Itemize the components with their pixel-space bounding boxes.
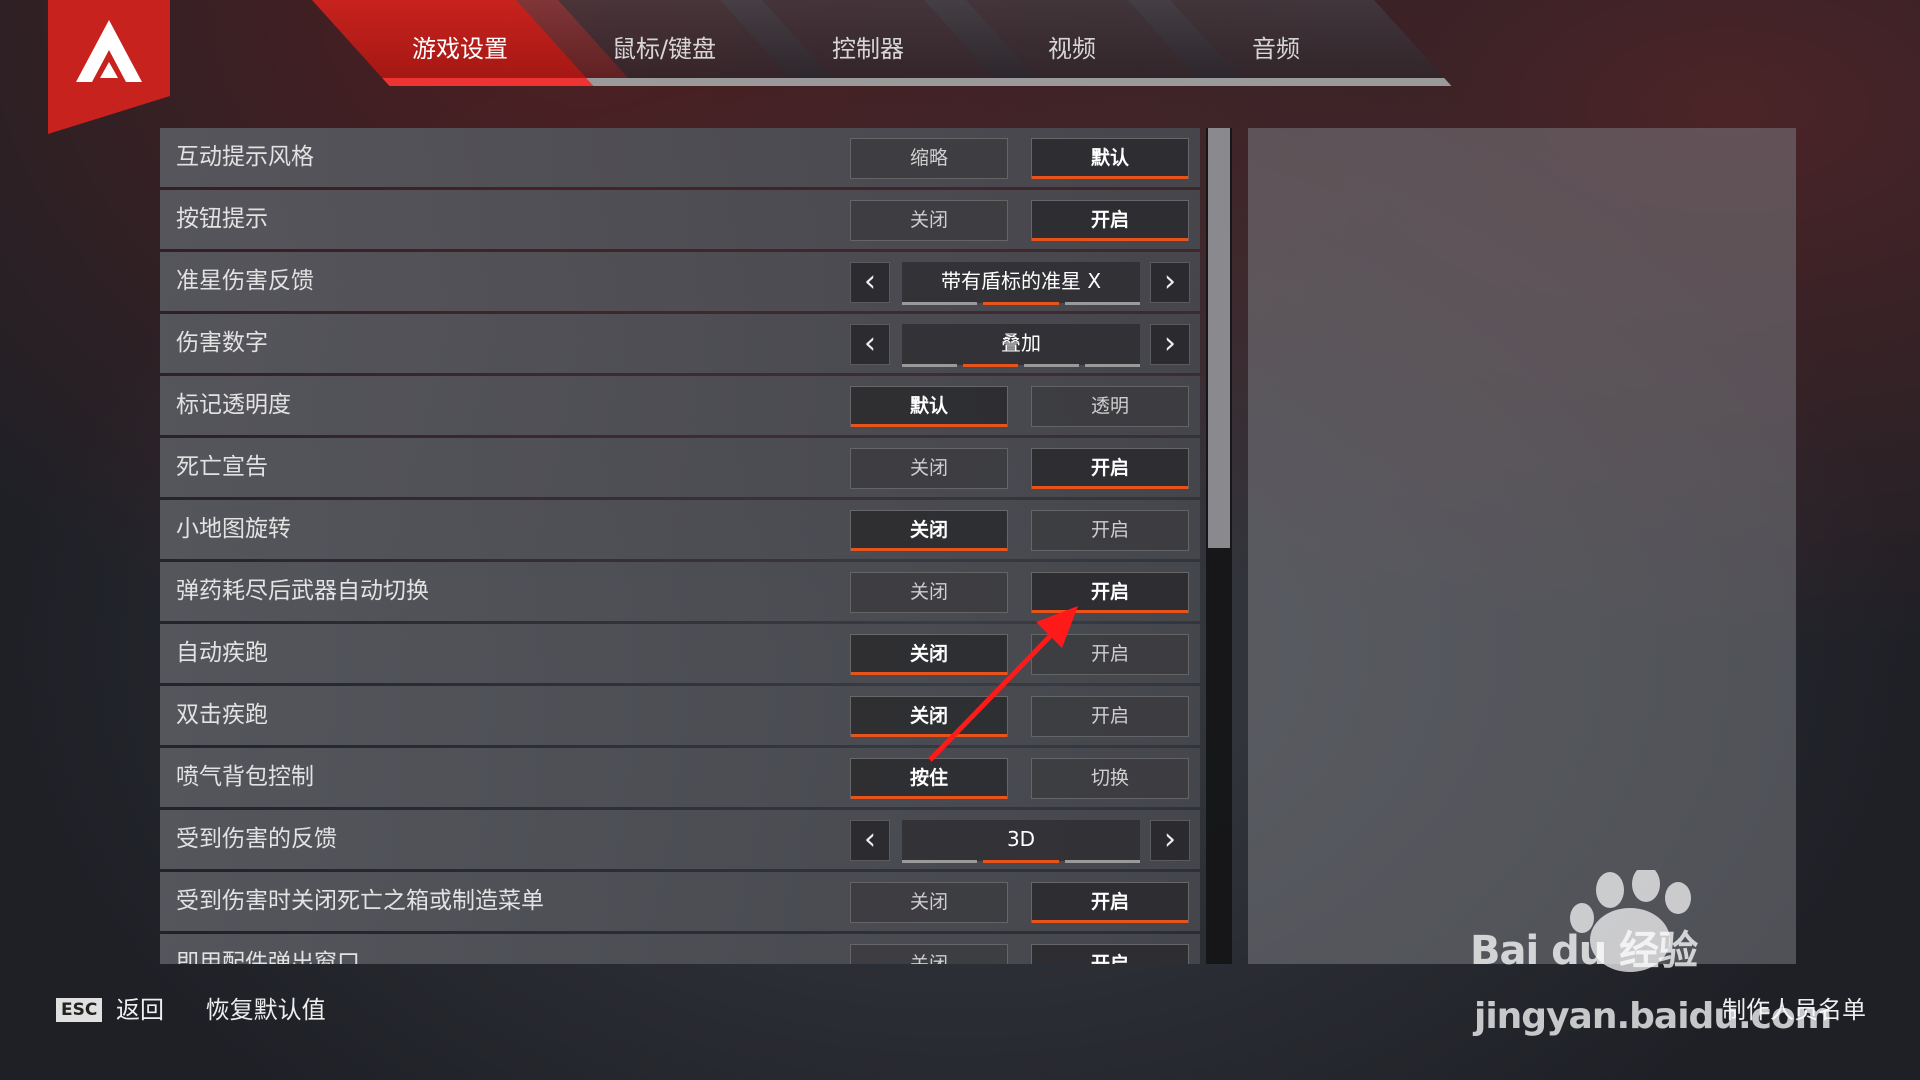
setting-description-panel [1248,128,1796,964]
option-button[interactable]: 开启 [1031,944,1189,964]
setting-row: 双击疾跑 关闭 开启 [160,686,1200,745]
footer-left: ESC 返回 恢复默认值 [56,990,326,1025]
setting-label: 小地图旋转 [176,516,291,542]
setting-row: 自动疾跑 关闭 开启 [160,624,1200,683]
option-button[interactable]: 关闭 [850,448,1008,489]
watermark-url: jingyan.baidu.com [1474,996,1832,1037]
option-button[interactable]: 关闭 [850,696,1008,737]
chevron-left-icon[interactable]: ‹ [850,324,890,365]
settings-list: 互动提示风格 缩略 默认 按钮提示 关闭 开启 准星伤害反馈 ‹ 带有盾标的准星… [160,128,1200,964]
watermark-brand: Bai du 经验 [1470,928,1698,974]
setting-label: 喷气背包控制 [176,764,314,790]
chevron-left-icon[interactable]: ‹ [850,262,890,303]
option-button[interactable]: 开启 [1031,634,1189,675]
option-button[interactable]: 关闭 [850,882,1008,923]
option-button[interactable]: 开启 [1031,572,1189,613]
setting-label: 按钮提示 [176,206,268,232]
cycle-value: 叠加 [902,324,1140,365]
setting-row: 按钮提示 关闭 开启 [160,190,1200,249]
option-button[interactable]: 关闭 [850,200,1008,241]
scrollbar-thumb[interactable] [1208,128,1230,548]
option-button[interactable]: 开启 [1031,696,1189,737]
apex-logo [48,0,170,134]
setting-label: 受到伤害的反馈 [176,826,337,852]
reset-defaults-button[interactable]: 恢复默认值 [206,996,326,1024]
setting-label: 准星伤害反馈 [176,268,314,294]
option-button[interactable]: 默认 [1031,138,1189,179]
cycle-indicator [902,364,1140,367]
cycle-value: 带有盾标的准星 X [902,262,1140,303]
cycle-indicator [902,302,1140,305]
option-button[interactable]: 按住 [850,758,1008,799]
setting-label: 双击疾跑 [176,702,268,728]
setting-label: 受到伤害时关闭死亡之箱或制造菜单 [176,888,544,914]
chevron-right-icon[interactable]: › [1150,262,1190,303]
setting-row: 受到伤害时关闭死亡之箱或制造菜单 关闭 开启 [160,872,1200,931]
setting-label: 即用配件弹出窗口 [176,950,360,964]
option-button[interactable]: 开启 [1031,510,1189,551]
setting-row: 小地图旋转 关闭 开启 [160,500,1200,559]
option-button[interactable]: 透明 [1031,386,1189,427]
back-button[interactable]: 返回 [116,996,164,1024]
cycle-value: 3D [902,820,1140,861]
option-button[interactable]: 开启 [1031,882,1189,923]
option-button[interactable]: 开启 [1031,448,1189,489]
setting-row: 死亡宣告 关闭 开启 [160,438,1200,497]
setting-row: 标记透明度 默认 透明 [160,376,1200,435]
cycle-indicator [902,860,1140,863]
setting-label: 自动疾跑 [176,640,268,666]
setting-label: 标记透明度 [176,392,291,418]
option-button[interactable]: 缩略 [850,138,1008,179]
settings-tabs: 游戏设置 鼠标/键盘 控制器 视频 音频 [312,0,1452,86]
option-button[interactable]: 关闭 [850,634,1008,675]
option-button[interactable]: 关闭 [850,944,1008,964]
setting-row: 受到伤害的反馈 ‹ 3D › [160,810,1200,869]
chevron-right-icon[interactable]: › [1150,324,1190,365]
esc-key-icon: ESC [56,998,103,1022]
setting-row: 伤害数字 ‹ 叠加 › [160,314,1200,373]
setting-label: 死亡宣告 [176,454,268,480]
setting-row: 喷气背包控制 按住 切换 [160,748,1200,807]
chevron-left-icon[interactable]: ‹ [850,820,890,861]
setting-row: 准星伤害反馈 ‹ 带有盾标的准星 X › [160,252,1200,311]
option-button[interactable]: 开启 [1031,200,1189,241]
option-button[interactable]: 关闭 [850,510,1008,551]
chevron-right-icon[interactable]: › [1150,820,1190,861]
setting-label: 互动提示风格 [176,144,314,170]
option-button[interactable]: 关闭 [850,572,1008,613]
option-button[interactable]: 默认 [850,386,1008,427]
setting-label: 伤害数字 [176,330,268,356]
setting-row: 即用配件弹出窗口 关闭 开启 [160,934,1200,964]
setting-row: 互动提示风格 缩略 默认 [160,128,1200,187]
setting-row: 弹药耗尽后武器自动切换 关闭 开启 [160,562,1200,621]
option-button[interactable]: 切换 [1031,758,1189,799]
setting-label: 弹药耗尽后武器自动切换 [176,578,429,604]
